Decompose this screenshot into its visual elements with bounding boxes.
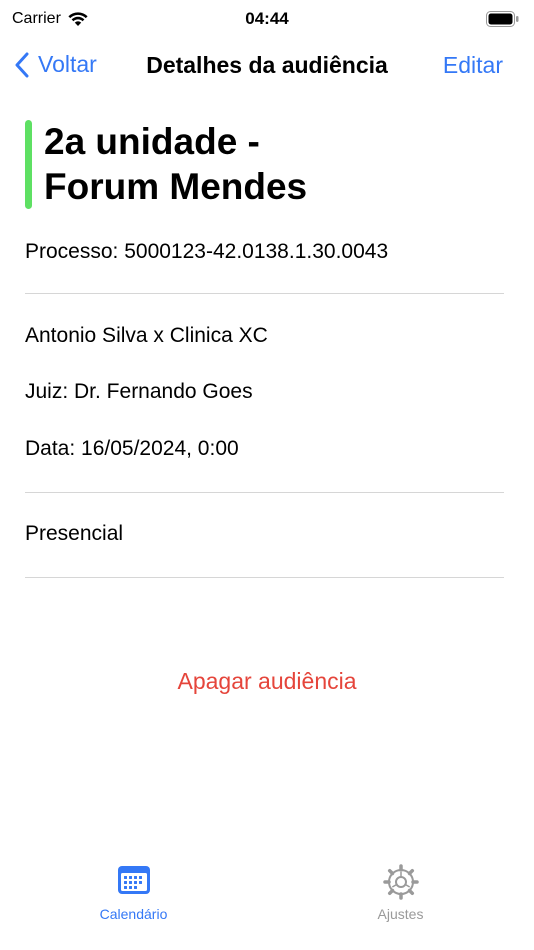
tab-calendar-label: Calendário	[99, 906, 168, 922]
calendar-icon	[117, 866, 150, 894]
parties: Antonio Silva x Clinica XC	[25, 324, 268, 347]
battery-icon	[486, 11, 519, 27]
hearing-title-line-2: Forum Mendes	[44, 166, 308, 207]
tab-settings[interactable]: Ajustes	[267, 860, 534, 950]
divider	[25, 577, 504, 578]
navigation-bar: Voltar Detalhes da audiência Editar	[0, 40, 534, 90]
clock: 04:44	[245, 9, 289, 28]
hearing-mode: Presencial	[25, 522, 124, 545]
color-accent-bar	[25, 120, 32, 209]
hearing-title-block: 2a unidade - Forum Mendes	[25, 120, 505, 209]
hearing-date: Data: 16/05/2024, 0:00	[25, 437, 239, 460]
edit-button[interactable]: Editar	[443, 52, 503, 79]
process-number: Processo: 5000123-42.0138.1.30.0043	[25, 240, 389, 263]
divider	[25, 492, 504, 493]
tab-settings-label: Ajustes	[377, 906, 424, 922]
status-bar: Carrier 04:44	[0, 0, 534, 40]
tab-calendar[interactable]: Calendário	[0, 860, 267, 950]
gear-icon	[382, 864, 419, 900]
hearing-title-line-1: 2a unidade -	[44, 121, 260, 162]
hearing-title: 2a unidade - Forum Mendes	[44, 119, 307, 209]
tab-bar: Calendário Ajustes	[0, 860, 534, 950]
delete-hearing-button[interactable]: Apagar audiência	[0, 668, 534, 695]
divider	[25, 293, 504, 294]
judge: Juiz: Dr. Fernando Goes	[25, 380, 253, 403]
